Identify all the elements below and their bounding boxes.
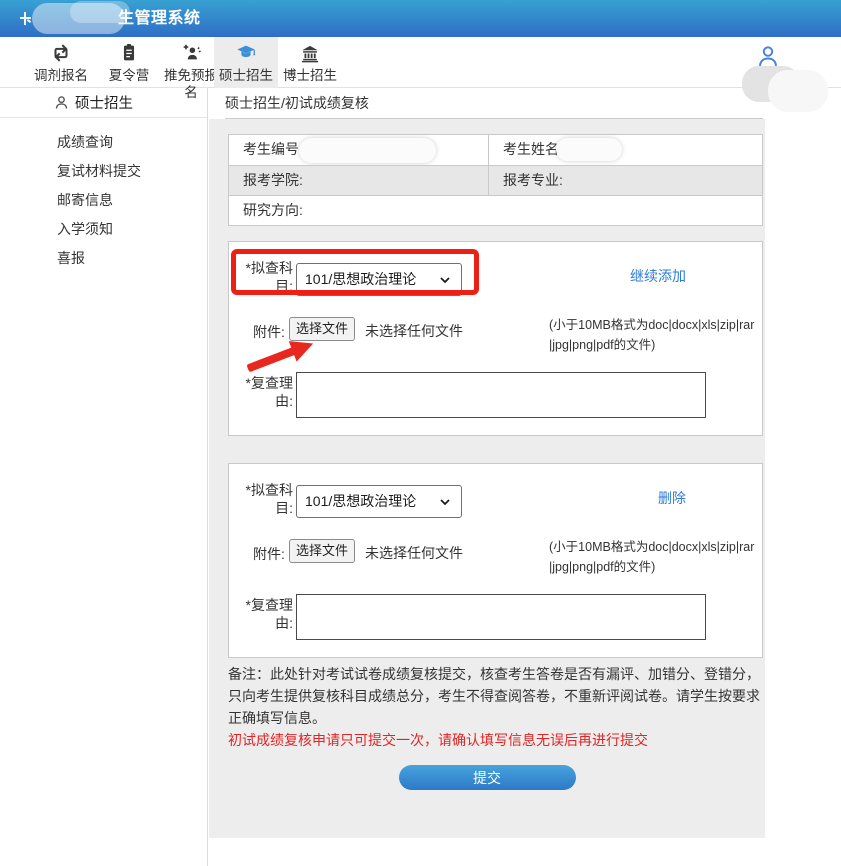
sidebar: 硕士招生 成绩查询 复试材料提交 邮寄信息 入学须知 喜报 xyxy=(0,88,208,866)
page: 生管理系统 调剂报名 xyxy=(0,0,841,866)
tab-shuoshi-zhaosheng[interactable]: 硕士招生 xyxy=(214,37,278,88)
top-navbar: 调剂报名 夏令营 xyxy=(0,37,841,88)
main-panel: 硕士招生/初试成绩复核 考生编号: 1 考生姓名: xyxy=(209,88,765,838)
reason-label: *复查理由: xyxy=(239,375,293,410)
breadcrumb: 硕士招生/初试成绩复核 xyxy=(209,88,765,118)
candidate-name-cell: 考生姓名: xyxy=(489,135,762,165)
file-format-hint: (小于10MB格式为doc|docx|xls|zip|rar|jpg|png|p… xyxy=(549,537,755,577)
app-header: 生管理系统 xyxy=(0,0,841,37)
reason-textarea[interactable] xyxy=(296,372,706,418)
table-row: 考生编号: 1 考生姓名: xyxy=(229,135,762,165)
sidebar-item-chengji-chaxun[interactable]: 成绩查询 xyxy=(0,128,207,157)
chevron-down-icon xyxy=(437,494,453,515)
subject-label: *拟查科目: xyxy=(239,260,293,295)
choose-file-button[interactable]: 选择文件 xyxy=(289,539,355,563)
attachment-label: 附件: xyxy=(253,544,285,564)
graduation-cap-icon xyxy=(214,42,278,66)
direction-cell: 研究方向: xyxy=(229,196,762,225)
title-partial-glyph xyxy=(20,12,32,26)
candidate-info-table: 考生编号: 1 考生姓名: 报考学院: 报考专业: xyxy=(228,134,763,226)
chevron-down-icon xyxy=(437,272,453,293)
bank-icon xyxy=(278,42,342,66)
choose-file-button[interactable]: 选择文件 xyxy=(289,317,355,341)
clipboard-icon xyxy=(98,42,160,66)
tab-boshi-zhaosheng[interactable]: 博士招生 xyxy=(278,37,342,88)
recheck-subject-section-2: *拟查科目: 101/思想政治理论 删除 附件: 选择文件 未选择任何文件 (小… xyxy=(228,463,763,658)
file-format-hint: (小于10MB格式为doc|docx|xls|zip|rar|jpg|png|p… xyxy=(549,315,755,355)
subject-select[interactable]: 101/思想政治理论 xyxy=(296,485,462,518)
recheck-subject-section-1: *拟查科目: 101/思想政治理论 继续添加 附件: 选择文件 未选择任何文件 … xyxy=(228,241,763,436)
table-row: 研究方向: xyxy=(229,195,762,225)
warning-text: 初试成绩复核申请只可提交一次，请确认填写信息无误后再进行提交 xyxy=(228,729,765,751)
attachment-label: 附件: xyxy=(253,322,285,342)
sidebar-item-ruxue-xuzhi[interactable]: 入学须知 xyxy=(0,215,207,244)
subject-label: *拟查科目: xyxy=(239,482,293,517)
content-area: 考生编号: 1 考生姓名: 报考学院: 报考专业: xyxy=(209,119,765,838)
person-icon xyxy=(53,94,70,111)
tab-label: 调剂报名 xyxy=(24,67,98,84)
submit-button[interactable]: 提交 xyxy=(399,765,576,790)
reason-textarea[interactable] xyxy=(296,594,706,640)
subject-select[interactable]: 101/思想政治理论 xyxy=(296,263,462,296)
sidebar-title: 硕士招生 xyxy=(75,92,133,113)
tab-xialingying[interactable]: 夏令营 xyxy=(98,37,160,88)
major-cell: 报考专业: xyxy=(489,166,762,195)
remark-text: 备注：此处针对考试试卷成绩复核提交，核查考生答卷是否有漏评、加错分、登错分，只向… xyxy=(228,663,765,729)
add-more-link[interactable]: 继续添加 xyxy=(630,266,686,286)
file-status-text: 未选择任何文件 xyxy=(365,543,463,563)
tab-tiaoji-baoming[interactable]: 调剂报名 xyxy=(24,37,98,88)
file-status-text: 未选择任何文件 xyxy=(365,321,463,341)
redaction-blob xyxy=(299,138,436,163)
reason-label: *复查理由: xyxy=(239,597,293,632)
tab-label: 夏令营 xyxy=(98,67,160,84)
transfer-icon xyxy=(24,42,98,66)
tab-label: 硕士招生 xyxy=(214,67,278,84)
redaction-blob xyxy=(556,138,622,161)
sidebar-menu: 成绩查询 复试材料提交 邮寄信息 入学须知 喜报 xyxy=(0,118,207,273)
app-title: 生管理系统 xyxy=(118,0,201,37)
table-row: 报考学院: 报考专业: xyxy=(229,165,762,195)
sidebar-item-fushi-cailiao[interactable]: 复试材料提交 xyxy=(0,157,207,186)
sidebar-item-youji-xinxi[interactable]: 邮寄信息 xyxy=(0,186,207,215)
sidebar-item-xibao[interactable]: 喜报 xyxy=(0,244,207,273)
redaction-blob xyxy=(768,70,828,112)
college-cell: 报考学院: xyxy=(229,166,489,195)
tab-label: 博士招生 xyxy=(278,67,342,84)
delete-link[interactable]: 删除 xyxy=(658,488,686,508)
